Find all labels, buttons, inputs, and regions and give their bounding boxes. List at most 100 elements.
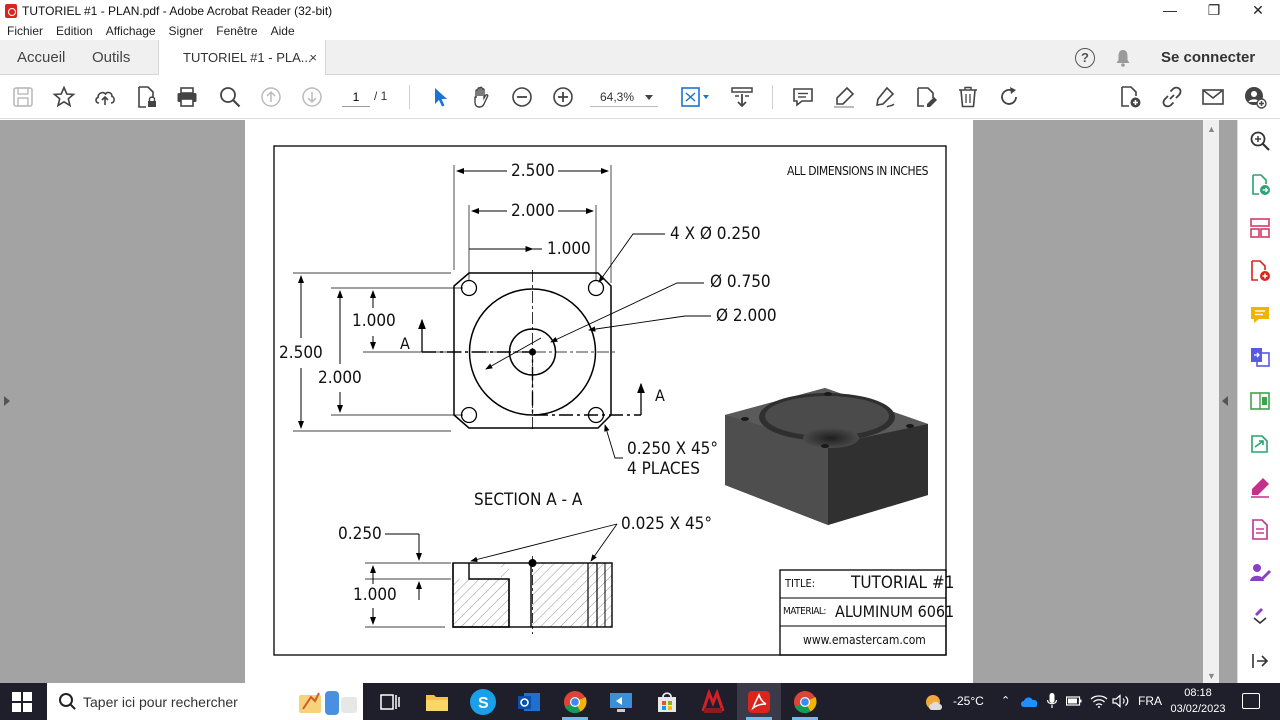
title-block-title-value: TUTORIAL #1	[851, 573, 955, 593]
notification-icon[interactable]	[1242, 693, 1260, 709]
create-pdf-panel-icon[interactable]	[1249, 260, 1271, 282]
chevron-down-icon	[645, 95, 653, 100]
tab-document-label: TUTORIEL #1 - PLA...	[183, 50, 312, 65]
skype-icon[interactable]: S	[470, 689, 496, 715]
edit-pdf-icon[interactable]	[1249, 390, 1271, 412]
close-tab-button[interactable]: ×	[309, 50, 317, 65]
organize-pages-icon[interactable]	[1249, 217, 1271, 239]
cloud-upload-icon[interactable]	[93, 85, 117, 109]
window-controls: — ❐ ✕	[1148, 0, 1280, 21]
store-icon[interactable]	[654, 689, 680, 715]
export-file-icon[interactable]	[1249, 433, 1271, 455]
vertical-scrollbar[interactable]: ▲ ▼	[1203, 120, 1219, 683]
draw-pen-icon[interactable]	[873, 85, 897, 109]
mastercam-icon[interactable]	[700, 688, 726, 715]
collapse-right-panel-icon[interactable]	[1222, 396, 1228, 406]
remote-desktop-icon[interactable]	[608, 689, 634, 715]
print-icon[interactable]	[175, 85, 199, 109]
wifi-icon[interactable]	[1090, 694, 1108, 708]
tab-tools[interactable]: Outils	[92, 49, 130, 66]
fill-sign-icon[interactable]	[914, 85, 938, 109]
star-icon[interactable]	[52, 85, 76, 109]
search-icon[interactable]	[1249, 130, 1271, 152]
title-block-material-label: MATERIAL:	[783, 606, 826, 617]
menu-affichage[interactable]: Affichage	[106, 24, 156, 38]
weather-temperature: -25°C	[953, 694, 984, 708]
close-window-button[interactable]: ✕	[1236, 0, 1280, 21]
comment-icon[interactable]	[791, 85, 815, 109]
dim-height-holes: 2.000	[318, 368, 362, 388]
menu-fichier[interactable]: Fichier	[7, 24, 43, 38]
next-page-icon[interactable]	[300, 85, 324, 109]
volume-icon[interactable]	[1112, 694, 1130, 708]
comment-panel-icon[interactable]	[1249, 304, 1271, 326]
tab-document[interactable]: TUTORIEL #1 - PLA... ×	[158, 40, 326, 75]
microphone-icon[interactable]	[1047, 693, 1057, 709]
document-viewer[interactable]: ALL DIMENSIONS IN INCHES 2.500 2.000 1.0…	[0, 120, 1237, 683]
section-marker-left: A	[400, 334, 410, 353]
tab-home[interactable]: Accueil	[17, 49, 65, 66]
taskbar-clock[interactable]: 08:18 03/02/2023	[1170, 685, 1226, 717]
export-pdf-icon[interactable]	[1249, 174, 1271, 196]
toolbar: / 1 64,3%	[0, 75, 1280, 119]
taskbar-search-placeholder: Taper ici pour rechercher	[83, 693, 238, 710]
page-total: / 1	[374, 89, 388, 103]
hand-tool-icon[interactable]	[469, 85, 493, 109]
drawing-text-layer: ALL DIMENSIONS IN INCHES 2.500 2.000 1.0…	[245, 120, 973, 683]
protect-file-icon[interactable]	[134, 85, 158, 109]
weather-icon[interactable]	[924, 692, 946, 712]
task-view-icon[interactable]	[377, 689, 403, 715]
select-cursor-icon[interactable]	[428, 85, 452, 109]
zoom-level-select[interactable]: 64,3%	[590, 87, 658, 107]
chevron-up-icon[interactable]: ⌃	[1001, 683, 1010, 720]
page-number-input[interactable]	[342, 87, 370, 107]
more-tools-icon[interactable]	[1249, 602, 1271, 625]
scroll-down-icon[interactable]: ▼	[1207, 671, 1216, 681]
bell-icon[interactable]	[1115, 49, 1131, 67]
signin-button[interactable]: Se connecter	[1161, 49, 1255, 66]
chrome-icon[interactable]	[562, 689, 588, 715]
email-icon[interactable]	[1201, 85, 1225, 109]
collapse-panel-icon[interactable]	[1249, 650, 1271, 672]
help-icon[interactable]: ?	[1075, 48, 1095, 68]
rotate-icon[interactable]	[997, 85, 1021, 109]
file-explorer-icon[interactable]	[424, 689, 450, 715]
send-for-review-icon[interactable]	[1249, 519, 1271, 541]
pdf-page[interactable]: ALL DIMENSIONS IN INCHES 2.500 2.000 1.0…	[245, 120, 973, 683]
expand-left-panel-icon[interactable]	[4, 396, 10, 406]
windows-taskbar: Taper ici pour rechercher S -25°C ⌃ FRA …	[0, 683, 1280, 720]
search-highlight-illustration	[299, 691, 357, 715]
menu-edition[interactable]: Edition	[56, 24, 93, 38]
menu-fenetre[interactable]: Fenêtre	[216, 24, 257, 38]
outlook-icon[interactable]	[516, 689, 542, 715]
taskbar-search-box[interactable]: Taper ici pour rechercher	[47, 683, 363, 720]
minimize-button[interactable]: —	[1148, 0, 1192, 21]
chrome-profile-icon[interactable]	[792, 689, 818, 715]
add-user-icon[interactable]	[1243, 85, 1267, 109]
request-signature-icon[interactable]	[1249, 562, 1271, 584]
zoom-search-icon[interactable]	[218, 85, 242, 109]
tab-bar: Accueil Outils TUTORIEL #1 - PLA... × ? …	[0, 40, 1280, 75]
menu-bar: Fichier Edition Affichage Signer Fenêtre…	[0, 21, 1280, 40]
language-indicator[interactable]: FRA	[1138, 683, 1162, 720]
share-link-icon[interactable]	[1160, 85, 1184, 109]
scroll-mode-icon[interactable]	[730, 85, 754, 109]
highlight-pen-icon[interactable]	[832, 85, 856, 109]
prev-page-icon[interactable]	[259, 85, 283, 109]
acrobat-reader-icon[interactable]	[746, 689, 772, 715]
fill-sign-panel-icon[interactable]	[1249, 476, 1271, 498]
restore-button[interactable]: ❐	[1192, 0, 1236, 21]
battery-icon[interactable]	[1066, 695, 1082, 707]
save-icon[interactable]	[11, 85, 35, 109]
combine-files-icon[interactable]	[1249, 346, 1271, 368]
trash-icon[interactable]	[956, 85, 980, 109]
create-pdf-icon[interactable]	[1118, 85, 1142, 109]
scroll-up-icon[interactable]: ▲	[1207, 124, 1216, 134]
menu-aide[interactable]: Aide	[271, 24, 295, 38]
zoom-out-icon[interactable]	[510, 85, 534, 109]
onedrive-icon[interactable]	[1020, 696, 1038, 708]
zoom-in-icon[interactable]	[551, 85, 575, 109]
fit-page-icon[interactable]	[680, 85, 712, 109]
menu-signer[interactable]: Signer	[169, 24, 204, 38]
windows-start-icon[interactable]	[12, 692, 32, 712]
